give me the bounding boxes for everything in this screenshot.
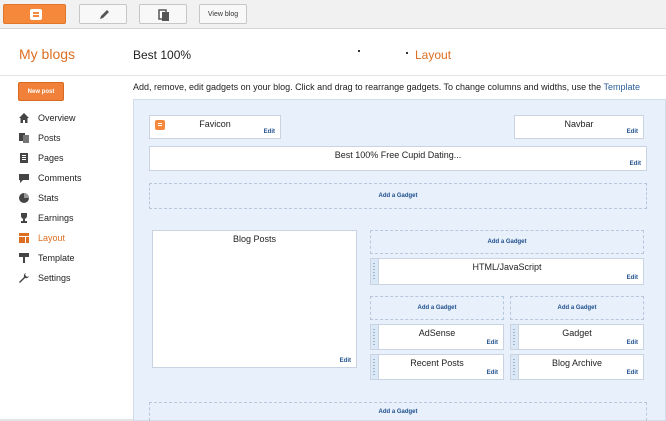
sidebar-item-label: Settings — [38, 273, 71, 283]
header-divider — [0, 75, 666, 76]
gadget-generic[interactable]: Gadget Edit — [510, 324, 644, 350]
wrench-icon — [18, 272, 30, 284]
posts-icon — [18, 132, 30, 144]
title-separator-dot — [406, 52, 408, 54]
comments-icon — [18, 172, 30, 184]
template-icon — [18, 252, 30, 264]
edit-link[interactable]: Edit — [630, 161, 641, 167]
sidebar-item-comments[interactable]: Comments — [18, 170, 118, 186]
add-gadget-sidebar[interactable]: Add a Gadget — [370, 230, 644, 254]
edit-link[interactable]: Edit — [627, 340, 638, 346]
pencil-icon — [100, 10, 109, 19]
blog-title: Best 100% — [133, 48, 192, 62]
home-icon — [18, 112, 30, 124]
description-text: Add, remove, edit gadgets on your blog. … — [133, 82, 604, 92]
pages-icon — [18, 152, 30, 164]
sidebar-item-posts[interactable]: Posts — [18, 130, 118, 146]
stats-icon — [18, 192, 30, 204]
sidebar-item-earnings[interactable]: Earnings — [18, 210, 118, 226]
sidebar-item-label: Posts — [38, 133, 61, 143]
add-gadget-header[interactable]: Add a Gadget — [149, 183, 647, 209]
sidebar-item-label: Comments — [38, 173, 82, 183]
sidebar-item-stats[interactable]: Stats — [18, 190, 118, 206]
redaction-mark — [358, 50, 360, 52]
gadget-title: Favicon — [199, 119, 231, 129]
sidebar-item-label: Overview — [38, 113, 76, 123]
gadget-title: Gadget — [562, 328, 592, 338]
gadget-blog-posts[interactable]: Blog Posts Edit — [152, 230, 357, 368]
gadget-title: Blog Archive — [551, 358, 603, 368]
sidebar-item-label: Pages — [38, 153, 64, 163]
gadget-html-javascript[interactable]: HTML/JavaScript Edit — [370, 258, 644, 285]
my-blogs-link[interactable]: My blogs — [19, 46, 75, 62]
edit-link[interactable]: Edit — [487, 340, 498, 346]
add-gadget-sidebar-right[interactable]: Add a Gadget — [510, 296, 644, 320]
edit-link[interactable]: Edit — [264, 129, 275, 135]
sidebar-item-settings[interactable]: Settings — [18, 270, 118, 286]
blogger-home-button[interactable] — [3, 4, 66, 24]
gadget-title: AdSense — [418, 328, 456, 338]
gadget-title: HTML/JavaScript — [472, 262, 542, 272]
gadget-title: Best 100% Free Cupid Dating... — [334, 150, 462, 160]
gadget-recent-posts[interactable]: Recent Posts Edit — [370, 354, 504, 380]
sidebar-item-label: Layout — [38, 233, 66, 243]
edit-link[interactable]: Edit — [340, 358, 351, 364]
sidebar-item-label: Earnings — [38, 213, 74, 223]
sidebar-item-layout[interactable]: Layout — [18, 230, 118, 246]
posts-list-button[interactable] — [139, 4, 187, 24]
view-blog-button[interactable]: View blog — [199, 4, 247, 24]
new-post-pencil-button[interactable] — [79, 4, 127, 24]
add-gadget-sidebar-left[interactable]: Add a Gadget — [370, 296, 504, 320]
sidebar-item-label: Stats — [38, 193, 59, 203]
edit-link[interactable]: Edit — [627, 370, 638, 376]
gadget-blog-archive[interactable]: Blog Archive Edit — [510, 354, 644, 380]
sidebar-item-pages[interactable]: Pages — [18, 150, 118, 166]
layout-icon — [18, 232, 30, 244]
sidebar-item-template[interactable]: Template — [18, 250, 118, 266]
sidebar-item-label: Template — [38, 253, 75, 263]
new-post-button[interactable]: New post — [18, 82, 64, 101]
gadget-title: Blog Posts — [232, 234, 277, 244]
page-title: Layout — [415, 48, 452, 62]
gadget-navbar[interactable]: Navbar Edit — [514, 115, 644, 139]
gadget-title: Recent Posts — [410, 358, 464, 368]
trophy-icon — [18, 212, 30, 224]
gadget-header[interactable]: Best 100% Free Cupid Dating... Edit — [149, 146, 647, 171]
edit-link[interactable]: Edit — [487, 370, 498, 376]
edit-link[interactable]: Edit — [627, 129, 638, 135]
sidebar-item-overview[interactable]: Overview — [18, 110, 118, 126]
gadget-adsense[interactable]: AdSense Edit — [370, 324, 504, 350]
add-gadget-footer[interactable]: Add a Gadget — [149, 402, 647, 421]
layout-description: Add, remove, edit gadgets on your blog. … — [133, 82, 666, 92]
gadget-favicon[interactable]: Favicon Edit — [149, 115, 281, 139]
template-link[interactable]: Template — [603, 82, 640, 92]
gadget-title: Navbar — [564, 119, 594, 129]
copy-icon — [158, 9, 169, 21]
edit-link[interactable]: Edit — [627, 275, 638, 281]
blogger-logo-icon — [30, 9, 42, 20]
